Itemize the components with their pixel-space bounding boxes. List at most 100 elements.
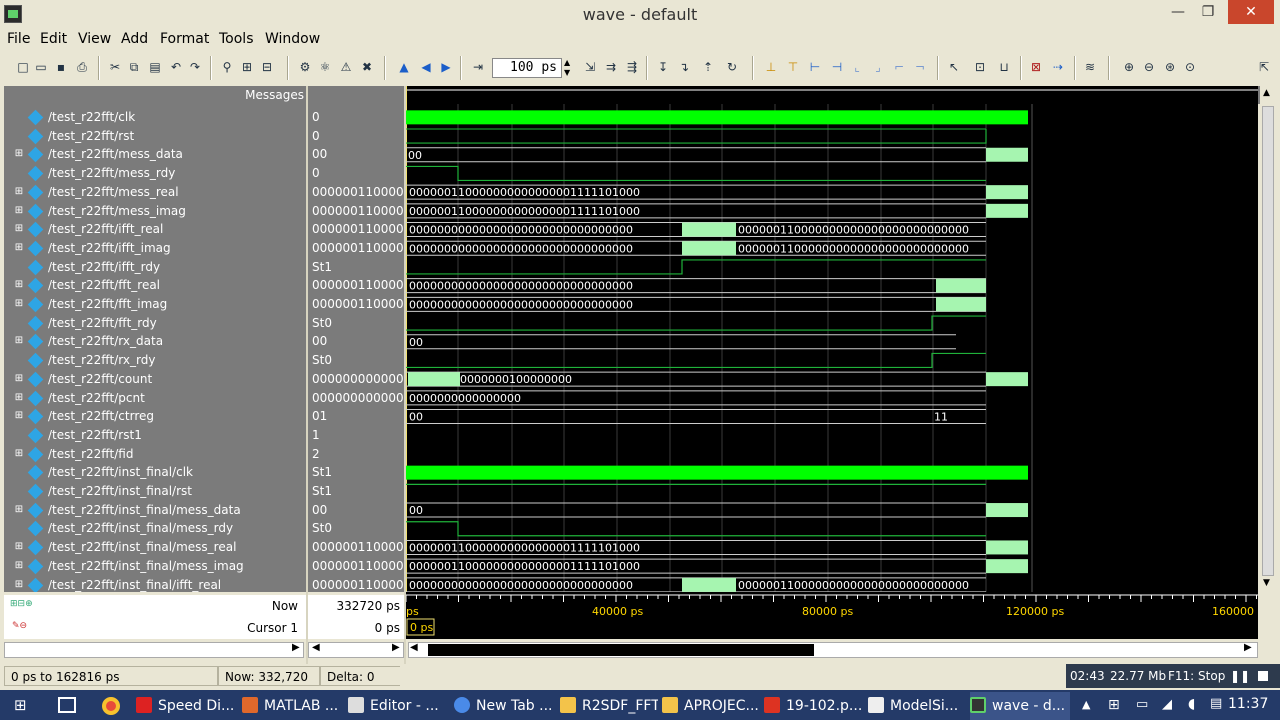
task-pdf[interactable]: 19-102.p... <box>764 692 864 720</box>
signal-row[interactable]: /test_r22fft/rst1 <box>4 426 304 445</box>
step-into-icon[interactable]: ↧ <box>655 59 671 75</box>
expand-icon[interactable]: ⊞ <box>14 224 24 234</box>
values-scroll-right-icon[interactable]: ▶ <box>392 642 400 653</box>
signal-row[interactable]: /test_r22fft/rx_rdy <box>4 351 304 370</box>
task-wave[interactable]: wave - d... <box>970 692 1070 720</box>
expand-icon[interactable]: ⊞ <box>14 392 24 403</box>
cursor-next-icon[interactable]: ⌟ <box>870 59 886 75</box>
menu-add[interactable]: Add <box>121 31 148 47</box>
stop-square-icon[interactable] <box>1258 671 1268 681</box>
signal-row[interactable]: ⊞ /test_r22fft/rx_data <box>4 332 304 351</box>
scroll-up-icon[interactable]: ▲ <box>1263 88 1270 98</box>
signal-row[interactable]: /test_r22fft/rst <box>4 127 304 146</box>
stop-icon[interactable]: ✖ <box>359 59 375 75</box>
restart-icon[interactable]: ↻ <box>724 59 740 75</box>
wave-compare-icon[interactable]: ≋ <box>1082 59 1098 75</box>
scroll-down-icon[interactable]: ▼ <box>1263 578 1270 588</box>
menu-edit[interactable]: Edit <box>40 31 67 47</box>
save-icon[interactable]: ▪ <box>53 59 69 75</box>
waveform-canvas[interactable]: 0000000011000000000000000111110100000000… <box>406 86 1258 592</box>
expand-icon[interactable]: ⊞ <box>14 448 24 459</box>
now-row-icons[interactable]: ⊞⊟⊕ <box>10 599 38 611</box>
waveform-pane[interactable]: 00 000000110000000000000001111101000 00000… <box>406 86 1258 592</box>
zoom-cursor-icon[interactable]: ⊙ <box>1182 59 1198 75</box>
arrow-left-icon[interactable]: ◀ <box>418 59 434 75</box>
zoom-in-icon[interactable]: ⊕ <box>1121 59 1137 75</box>
signal-row[interactable]: /test_r22fft/inst_final/rst <box>4 482 304 501</box>
run-length-input[interactable]: 100 ps <box>492 58 562 78</box>
signal-row[interactable]: ⊞ /test_r22fft/inst_final/mess_real <box>4 538 304 557</box>
names-scroll-right-icon[interactable]: ▶ <box>292 642 300 653</box>
zoom-out-icon[interactable]: ⊖ <box>1141 59 1157 75</box>
signal-row[interactable]: /test_r22fft/ifft_rdy <box>4 258 304 277</box>
cursor-row-icons[interactable]: ✎⊖ <box>12 621 42 633</box>
tray-language-icon[interactable]: ▤ <box>1210 696 1222 711</box>
values-scroll-left-icon[interactable]: ◀ <box>312 642 320 653</box>
time-ruler[interactable]: ps 40000 ps 80000 ps 120000 ps 160000 0 ps <box>406 592 1258 639</box>
menu-view[interactable]: View <box>78 31 111 47</box>
task-view-icon[interactable] <box>58 697 76 713</box>
pause-icon[interactable]: ❚❚ <box>1230 664 1250 688</box>
expand-icon[interactable]: ⊞ <box>14 336 24 346</box>
trace-icon[interactable]: ⇢ <box>1050 59 1066 75</box>
print-icon[interactable]: ⎙ <box>74 59 90 75</box>
signal-row[interactable]: /test_r22fft/clk <box>4 108 304 127</box>
tray-expand-icon[interactable]: ▲ <box>1082 698 1090 711</box>
ruler-mode-icon[interactable]: ⊔ <box>996 59 1012 75</box>
cursor-prev-icon[interactable]: ⌞ <box>849 59 865 75</box>
expand-icon[interactable]: ⊞ <box>14 542 24 552</box>
menu-window[interactable]: Window <box>265 31 320 47</box>
tray-signal-icon[interactable]: ◢ <box>1162 697 1172 712</box>
signal-row[interactable]: ⊞ /test_r22fft/inst_final/ifft_real <box>4 576 304 592</box>
run-all-icon[interactable]: ⇶ <box>624 59 640 75</box>
signal-row[interactable]: ⊞ /test_r22fft/ifft_real <box>4 220 304 239</box>
cursor-lock-icon[interactable]: ⌐ <box>891 59 907 75</box>
taskbar-clock[interactable]: 11:37 <box>1228 696 1268 712</box>
zoom-full-icon[interactable]: ⊛ <box>1162 59 1178 75</box>
task-speed[interactable]: Speed Di... <box>136 692 240 720</box>
arrow-right-icon[interactable]: ▶ <box>438 59 454 75</box>
values-hscroll[interactable] <box>308 642 404 658</box>
signal-row[interactable]: ⊞ /test_r22fft/mess_data <box>4 145 304 164</box>
cut-icon[interactable]: ✂ <box>107 59 123 75</box>
menu-tools[interactable]: Tools <box>219 31 254 47</box>
group-icon[interactable]: ⊟ <box>259 59 275 75</box>
signal-row[interactable]: ⊞ /test_r22fft/inst_final/mess_data <box>4 501 304 520</box>
signal-row[interactable]: ⊞ /test_r22fft/fft_imag <box>4 295 304 314</box>
task-r2sdf[interactable]: R2SDF_FFT <box>560 692 658 720</box>
task-modelsim[interactable]: ModelSi... <box>868 692 966 720</box>
run-icon[interactable]: ⇲ <box>582 59 598 75</box>
windows-start-icon[interactable]: ⊞ <box>14 698 30 713</box>
insert-divider-icon[interactable]: ⊞ <box>239 59 255 75</box>
vertical-scroll-thumb[interactable] <box>1262 106 1274 576</box>
names-hscroll[interactable] <box>4 642 304 658</box>
zoom-mode-icon[interactable]: ⊡ <box>972 59 988 75</box>
dataflow-icon[interactable]: ⊠ <box>1028 59 1044 75</box>
signal-row[interactable]: ⊞ /test_r22fft/fid <box>4 445 304 464</box>
new-file-icon[interactable]: □ <box>15 59 31 75</box>
task-matlab[interactable]: MATLAB ... <box>242 692 346 720</box>
task-editor[interactable]: Editor - ... <box>348 692 450 720</box>
step-out-icon[interactable]: ⇡ <box>700 59 716 75</box>
signal-row[interactable]: ⊞ /test_r22fft/inst_final/mess_imag <box>4 557 304 576</box>
expand-icon[interactable]: ⊞ <box>14 242 24 253</box>
signal-row[interactable]: /test_r22fft/mess_rdy <box>4 164 304 183</box>
break-icon[interactable]: ⚠ <box>338 59 354 75</box>
simulate-icon[interactable]: ⚛ <box>317 59 333 75</box>
select-mode-icon[interactable]: ↖ <box>946 59 962 75</box>
tray-network-icon[interactable]: ▭ <box>1136 697 1148 712</box>
signal-row[interactable]: ⊞ /test_r22fft/ifft_imag <box>4 239 304 258</box>
compile-icon[interactable]: ⚙ <box>297 59 313 75</box>
signal-row[interactable]: /test_r22fft/fft_rdy <box>4 314 304 333</box>
undock-icon[interactable]: ⇱ <box>1256 59 1272 75</box>
signal-row[interactable]: ⊞ /test_r22fft/fft_real <box>4 276 304 295</box>
expand-icon[interactable]: ⊞ <box>14 186 24 197</box>
expand-icon[interactable]: ⊞ <box>14 411 24 421</box>
wave-scroll-right-icon[interactable]: ▶ <box>1244 642 1252 653</box>
task-aproject[interactable]: APROJEC... <box>662 692 760 720</box>
step-over-icon[interactable]: ↴ <box>676 59 692 75</box>
expand-icon[interactable]: ⊞ <box>14 579 24 590</box>
signal-row[interactable]: ⊞ /test_r22fft/pcnt <box>4 389 304 408</box>
copy-icon[interactable]: ⧉ <box>126 59 142 75</box>
find-icon[interactable]: ⚲ <box>219 59 235 75</box>
